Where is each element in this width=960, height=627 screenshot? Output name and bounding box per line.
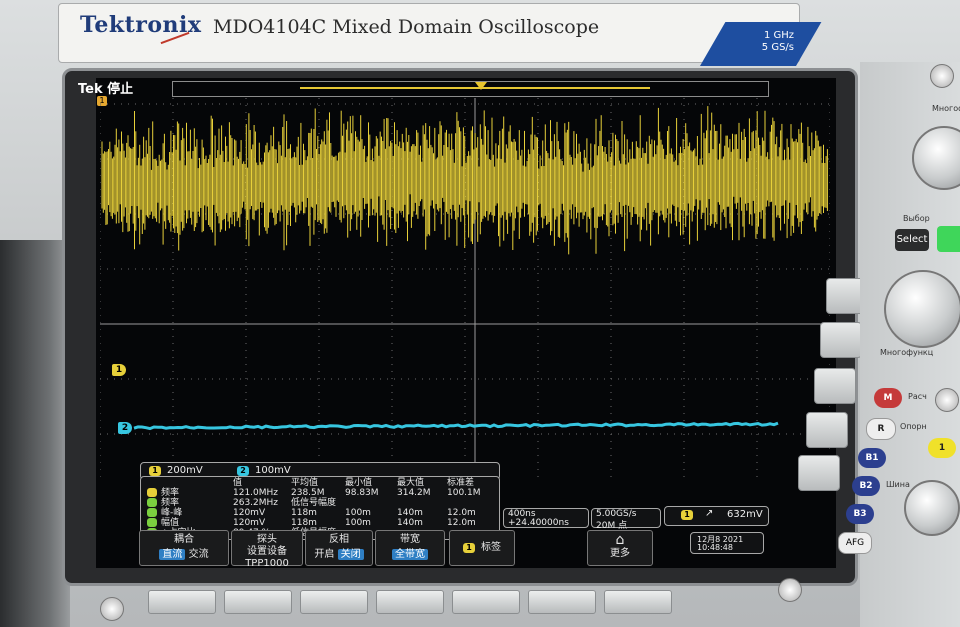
ch1-scale[interactable]: 1 200mV <box>149 465 203 476</box>
coupling-label: 耦合 <box>174 534 194 545</box>
meas-max: 314.2M <box>397 488 431 498</box>
meas-std: 100.1M <box>447 488 481 498</box>
meas-min: 100m <box>345 518 371 528</box>
rising-edge-icon: ↗ <box>705 508 714 519</box>
afg-button[interactable]: AFG <box>838 532 872 554</box>
meas-source-badge <box>147 498 157 507</box>
bottom-button-2[interactable] <box>224 590 292 614</box>
coupling-menu-button[interactable]: 耦合 直流 交流 <box>139 530 229 566</box>
meas-name: 频率 <box>161 488 180 498</box>
side-button-2[interactable] <box>820 322 862 358</box>
ch1-vertical-knob[interactable] <box>904 480 960 536</box>
ch1-menu-button[interactable]: 1 <box>928 438 956 458</box>
trigger-readout[interactable]: 1 ↗ 632mV <box>664 506 769 526</box>
more-label: 更多 <box>610 548 630 559</box>
more-menu-button[interactable]: ⌂ 更多 <box>587 530 653 566</box>
label-button-text: 标签 <box>481 542 501 553</box>
label-menu-button[interactable]: 1 标签 <box>449 530 515 566</box>
coupling-ac: 交流 <box>188 549 209 560</box>
probe-menu-button[interactable]: 探头 设置设备 TPP1000 <box>231 530 303 569</box>
acquisition-panel[interactable]: 5.00GS/s 20M 点 <box>591 508 661 531</box>
probe-setup: 设置设备 <box>247 546 287 557</box>
top-right-button[interactable] <box>930 64 954 88</box>
multipurpose-a-label: Многоф <box>932 104 960 113</box>
math-button[interactable]: M <box>874 388 902 408</box>
acq-state: 停止 <box>107 82 134 97</box>
side-button-5[interactable] <box>798 455 840 491</box>
multipurpose-b-label: Многофункц <box>880 348 934 357</box>
side-button-4[interactable] <box>806 412 848 448</box>
bus-b1-button[interactable]: B1 <box>858 448 886 468</box>
coupling-dc: 直流 <box>159 549 186 560</box>
ch1-waveform <box>101 106 828 255</box>
ch2-badge: 2 <box>237 466 249 476</box>
side-button-3[interactable] <box>814 368 856 404</box>
trigger-level: 632mV <box>727 509 763 520</box>
probe-model: TPP1000 <box>245 558 289 569</box>
home-icon: ⌂ <box>615 532 625 548</box>
trigger-position-marker <box>475 82 487 90</box>
meas-name: 频率 <box>161 498 180 508</box>
ch2-waveform <box>133 421 779 431</box>
ch1-ground-marker[interactable]: 1 <box>112 364 126 376</box>
channel-knob-top[interactable] <box>935 388 959 412</box>
waveform-graticule <box>100 98 830 478</box>
select-caption: Выбор <box>903 214 930 223</box>
invert-off: 关闭 <box>337 549 364 560</box>
meas-source-badge <box>147 488 157 497</box>
ch2-scale[interactable]: 2 100mV <box>237 465 291 476</box>
meas-name: 幅值 <box>161 518 180 528</box>
bottom-button-1[interactable] <box>148 590 216 614</box>
side-menu-off-button[interactable] <box>778 578 802 602</box>
select-button[interactable]: Select <box>895 229 929 251</box>
record-view-bar <box>172 81 769 97</box>
meas-max: 140m <box>397 518 423 528</box>
probe-label: 探头 <box>257 534 277 545</box>
bus-b2-button[interactable]: B2 <box>852 476 880 496</box>
bottom-button-7[interactable] <box>604 590 672 614</box>
bus-b3-button[interactable]: B3 <box>846 504 874 524</box>
bottom-button-3[interactable] <box>300 590 368 614</box>
tek-label: Tek <box>78 82 103 97</box>
spec-text: 1 GHz 5 GS/s <box>748 30 794 54</box>
ref-caption: Опорн <box>900 422 927 431</box>
meas-source-badge <box>147 518 157 527</box>
bottom-button-4[interactable] <box>376 590 444 614</box>
meas-source-badge <box>147 508 157 517</box>
spec-bandwidth: 1 GHz <box>763 30 794 41</box>
ch1-scale-value: 200mV <box>167 465 203 476</box>
ref-button[interactable]: R <box>866 418 896 440</box>
bus-caption: Шина <box>886 480 910 489</box>
ch2-scale-value: 100mV <box>255 465 291 476</box>
horizontal-delay: +24.40000ns <box>508 518 569 528</box>
bandwidth-value: 全带宽 <box>392 549 428 560</box>
fine-button[interactable] <box>937 226 960 252</box>
invert-label: 反相 <box>329 534 349 545</box>
meas-std: 12.0m <box>447 518 476 528</box>
menu-off-button[interactable] <box>100 597 124 621</box>
horizontal-panel[interactable]: 400ns +24.40000ns <box>503 508 589 528</box>
bandwidth-menu-button[interactable]: 带宽 全带宽 <box>375 530 445 566</box>
invert-on: 开启 <box>314 549 335 560</box>
bandwidth-label: 带宽 <box>400 534 420 545</box>
bottom-button-6[interactable] <box>528 590 596 614</box>
ch2-ground-marker[interactable]: 2 <box>118 422 132 434</box>
meas-name: 峰-峰 <box>161 508 183 518</box>
label-ch-badge: 1 <box>463 543 475 553</box>
trigger-source-badge: 1 <box>681 510 693 520</box>
math-caption: Расч <box>908 392 927 401</box>
meas-min: 98.83M <box>345 488 379 498</box>
model-name: MDO4104C Mixed Domain Oscilloscope <box>213 16 600 38</box>
ch1-badge: 1 <box>149 466 161 476</box>
body-left-edge <box>0 240 70 627</box>
status-tek: Tek 停止 <box>78 78 133 97</box>
spec-sample-rate: 5 GS/s <box>761 42 794 53</box>
bottom-button-5[interactable] <box>452 590 520 614</box>
bottom-soft-menu: 耦合 直流 交流 探头 设置设备 TPP1000 反相 开启 关闭 带宽 全带宽… <box>133 530 833 569</box>
invert-menu-button[interactable]: 反相 开启 关闭 <box>305 530 373 566</box>
multipurpose-b-knob[interactable] <box>884 270 960 348</box>
